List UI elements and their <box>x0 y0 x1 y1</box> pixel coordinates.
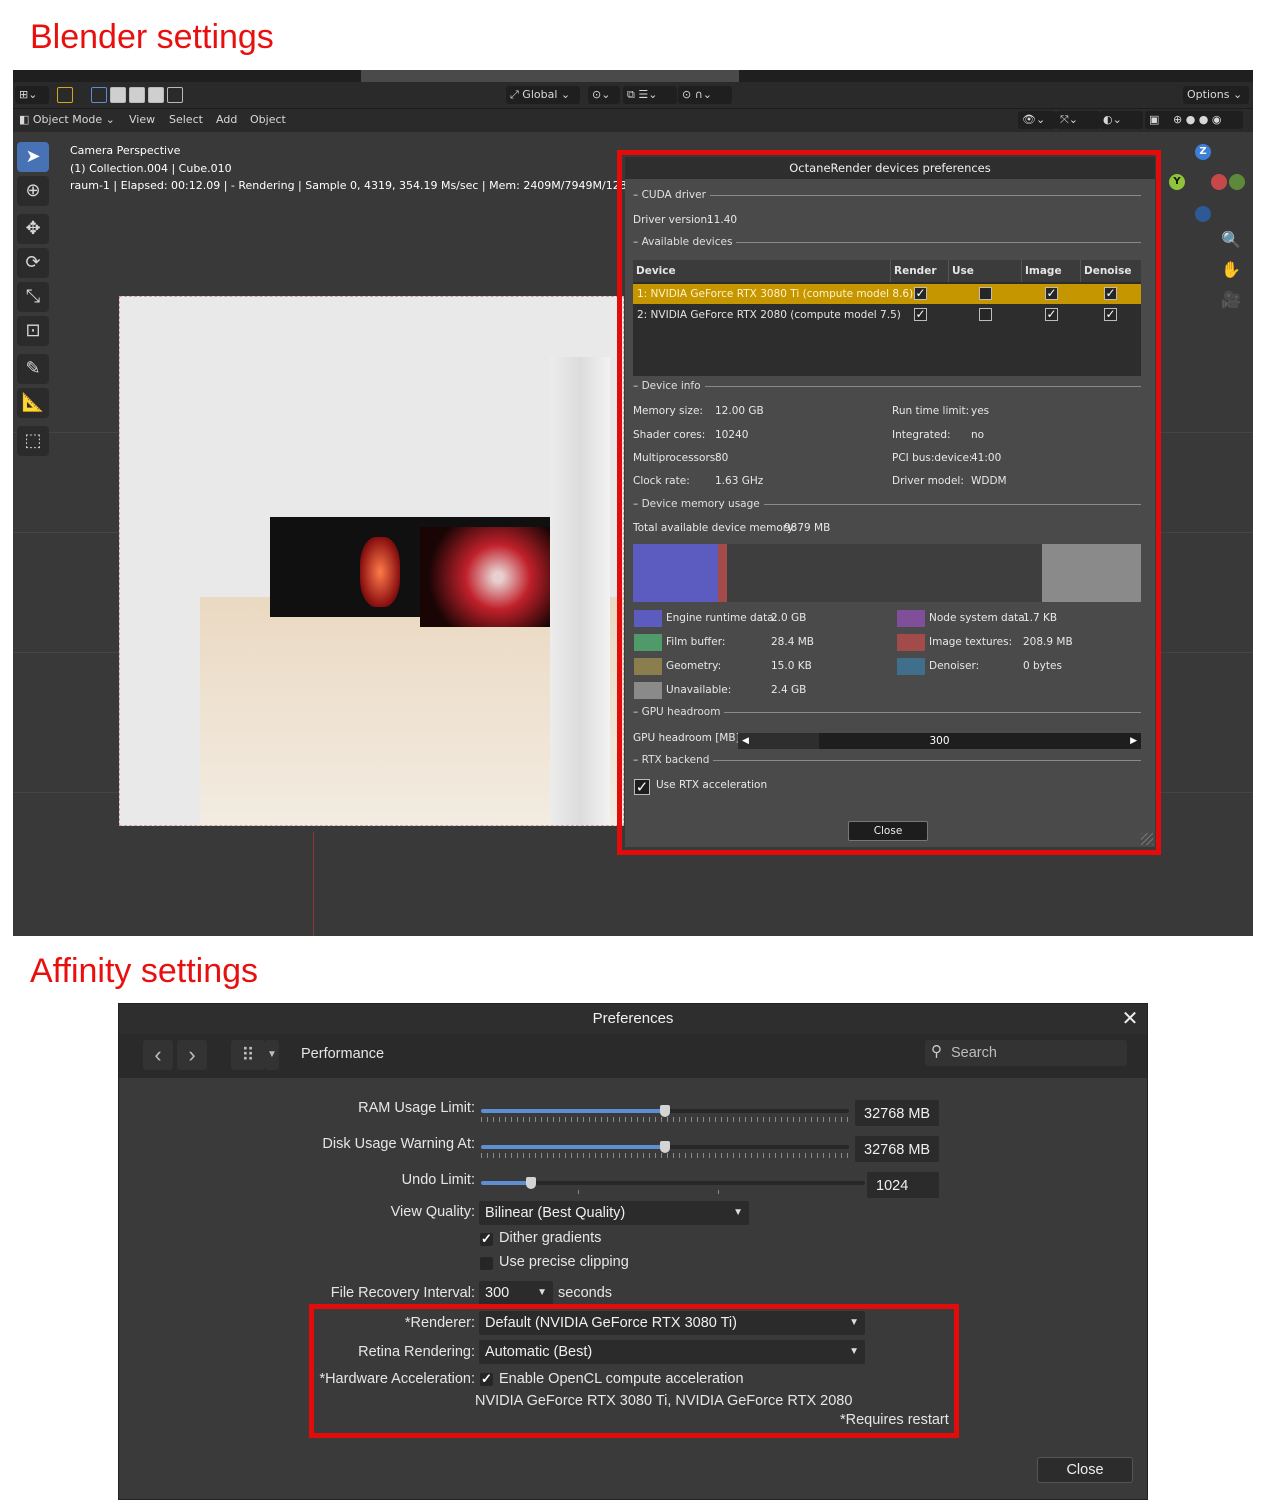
chevron-down-icon: ▼ <box>733 1207 743 1218</box>
navigation-gizmo: Z Y 🔍 ✋ 🎥 <box>1163 142 1253 382</box>
select-box-icon[interactable] <box>91 87 107 103</box>
search-icon: ⚲ <box>931 1043 942 1060</box>
shading-mode-buttons[interactable]: ⊕ ● ● ◉ <box>1169 111 1243 129</box>
snap-dropdown[interactable]: ⧉ ☰⌄ <box>623 86 677 104</box>
slider-thumb[interactable] <box>660 1141 670 1153</box>
pan-hand-icon[interactable]: ✋ <box>1221 260 1241 279</box>
view-quality-label: View Quality: <box>390 1204 475 1220</box>
disk-warning-field[interactable]: 32768 MB <box>855 1136 939 1162</box>
editor-type-button[interactable]: ⊞⌄ <box>15 86 49 104</box>
grid-view-icon[interactable]: ⠿ <box>231 1040 265 1070</box>
dither-checkbox[interactable]: ✓ <box>480 1232 493 1246</box>
menu-select[interactable]: Select <box>165 111 207 129</box>
forward-button[interactable]: › <box>177 1040 207 1070</box>
gizmo-toggle-icon[interactable]: ⤧⌄ <box>1056 111 1100 129</box>
dialog-title: Preferences <box>119 1004 1147 1034</box>
chevron-down-icon: ▼ <box>537 1287 547 1298</box>
proportional-edit-dropdown[interactable]: ⊙ ∩⌄ <box>678 86 732 104</box>
ram-usage-slider[interactable] <box>481 1105 849 1117</box>
viewport-text-overlay: Camera Perspective (1) Collection.004 | … <box>70 142 654 195</box>
view-name: Camera Perspective <box>70 144 181 157</box>
close-icon[interactable]: ✕ <box>1119 1006 1141 1032</box>
select-box-icon[interactable]: ➤ <box>17 142 49 172</box>
viewport-header: ◧ Object Mode ⌄ View Select Add Object 👁… <box>13 108 1253 133</box>
recovery-interval-value: 300 <box>485 1285 510 1301</box>
rtx-backend-label: RTX backend <box>641 754 710 766</box>
affinity-section-title: Affinity settings <box>30 952 259 990</box>
transform-icon[interactable]: ⊡ <box>17 316 49 346</box>
back-button[interactable]: ‹ <box>143 1040 173 1070</box>
orientation-label: Global <box>522 88 558 101</box>
camera-icon[interactable]: 🎥 <box>1221 290 1241 309</box>
recovery-interval-field[interactable]: 300 ▼ <box>479 1281 553 1305</box>
cursor-icon[interactable]: ⊕ <box>17 176 49 206</box>
visibility-dropdown[interactable]: 👁⌄ <box>1018 111 1056 129</box>
gizmo-neg-z-axis[interactable] <box>1195 206 1211 222</box>
rotate-icon[interactable]: ⟳ <box>17 248 49 278</box>
workspace-tabstrip <box>13 70 1253 82</box>
mode-intersect-icon[interactable] <box>167 87 183 103</box>
options-label: Options <box>1187 88 1230 101</box>
available-devices-label: Available devices <box>641 236 733 248</box>
dither-label: Dither gradients <box>499 1230 602 1246</box>
zoom-icon[interactable]: 🔍 <box>1221 230 1241 249</box>
ram-usage-label: RAM Usage Limit: <box>358 1100 475 1116</box>
undo-limit-label: Undo Limit: <box>401 1172 475 1188</box>
ram-usage-field[interactable]: 32768 MB <box>855 1100 939 1126</box>
view-quality-value: Bilinear (Best Quality) <box>485 1205 626 1221</box>
render-status: raum-1 | Elapsed: 00:12.09 | - Rendering… <box>70 179 654 192</box>
disk-warning-label: Disk Usage Warning At: <box>322 1136 475 1152</box>
mode-invert-icon[interactable] <box>148 87 164 103</box>
blender-window: ⊞⌄ ⤢ Global ⌄ ⊙⌄ ⧉ ☰⌄ ⊙ ∩⌄ Options ⌄ ◧ O… <box>13 70 1253 936</box>
mode-subtract-icon[interactable] <box>129 87 145 103</box>
tool-header: ⊞⌄ ⤢ Global ⌄ ⊙⌄ ⧉ ☰⌄ ⊙ ∩⌄ Options ⌄ <box>13 82 1253 108</box>
cuda-section-label: CUDA driver <box>641 189 706 201</box>
gpu-headroom-section-label: GPU headroom <box>641 706 721 718</box>
slider-thumb[interactable] <box>660 1105 670 1117</box>
mode-extend-icon[interactable] <box>110 87 126 103</box>
gizmo-x-axis[interactable] <box>1211 174 1227 190</box>
add-cube-icon[interactable]: ⬚ <box>17 426 49 456</box>
search-input[interactable]: ⚲ Search <box>925 1040 1127 1066</box>
collection-info: (1) Collection.004 | Cube.010 <box>70 161 232 175</box>
undo-limit-field[interactable]: 1024 <box>867 1172 939 1198</box>
preferences-toolbar: ‹ › ⠿ ▼ Performance ⚲ Search <box>119 1034 1147 1078</box>
search-placeholder: Search <box>951 1045 997 1061</box>
precise-clipping-label: Use precise clipping <box>499 1254 629 1270</box>
select-tool-icon[interactable] <box>57 87 73 103</box>
mode-dropdown[interactable]: ◧ Object Mode ⌄ <box>15 111 119 129</box>
menu-add[interactable]: Add <box>212 111 241 129</box>
memory-usage-label: Device memory usage <box>641 498 760 510</box>
workspace-tab[interactable] <box>361 70 739 82</box>
slider-thumb[interactable] <box>525 1177 536 1189</box>
recovery-interval-label: File Recovery Interval: <box>330 1285 475 1301</box>
menu-view[interactable]: View <box>125 111 159 129</box>
options-dropdown[interactable]: Options ⌄ <box>1183 86 1249 104</box>
gizmo-neg-y-axis[interactable] <box>1229 174 1245 190</box>
transform-orientation-dropdown[interactable]: ⤢ Global ⌄ <box>506 86 580 104</box>
move-icon[interactable]: ✥ <box>17 214 49 244</box>
mode-label: Object Mode <box>32 113 103 126</box>
recovery-unit: seconds <box>558 1285 613 1301</box>
overlay-toggle-icon[interactable]: ◐⌄ <box>1099 111 1143 129</box>
page-title: Performance <box>301 1046 385 1062</box>
device-info-label: Device info <box>641 380 701 392</box>
highlight-frame <box>309 1304 959 1438</box>
chevron-down-icon[interactable]: ▼ <box>265 1040 279 1070</box>
undo-limit-slider[interactable] <box>481 1177 865 1189</box>
measure-icon[interactable]: 📐 <box>17 388 49 418</box>
menu-object[interactable]: Object <box>246 111 290 129</box>
gizmo-y-axis[interactable]: Y <box>1169 174 1185 190</box>
render-preview <box>119 296 624 826</box>
gizmo-z-axis[interactable]: Z <box>1195 144 1211 160</box>
view-quality-dropdown[interactable]: Bilinear (Best Quality) ▼ <box>479 1201 749 1225</box>
pivot-dropdown[interactable]: ⊙⌄ <box>588 86 620 104</box>
precise-clipping-checkbox[interactable] <box>480 1257 493 1270</box>
annotate-icon[interactable]: ✎ <box>17 354 49 384</box>
blender-section-title: Blender settings <box>30 18 274 56</box>
close-button[interactable]: Close <box>1037 1457 1133 1483</box>
disk-warning-slider[interactable] <box>481 1141 849 1153</box>
scale-icon[interactable]: ⤡ <box>17 282 49 312</box>
